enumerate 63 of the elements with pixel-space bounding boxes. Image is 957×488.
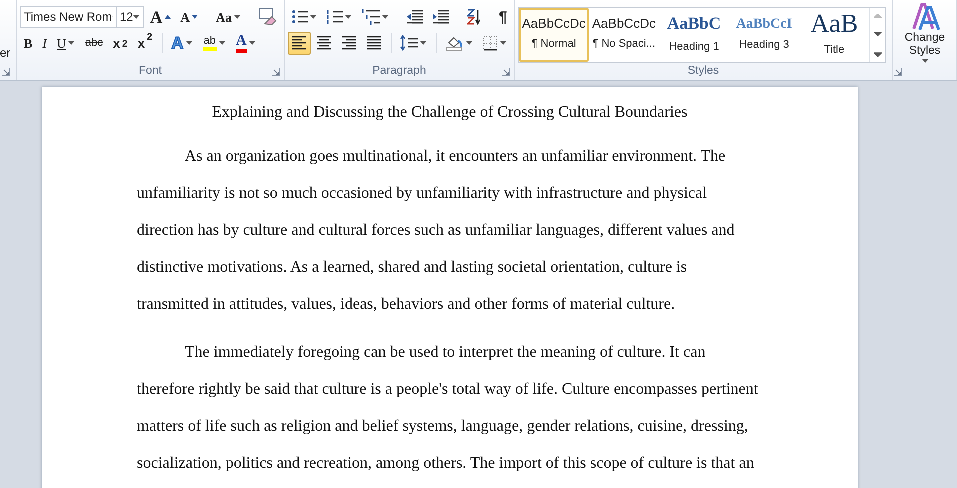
stacked-letters-icon: [910, 3, 940, 31]
caret-icon: [466, 41, 473, 45]
paragraph: As an organization goes multinational, it encounters an unfamiliar environment. The unfamiliarity is not so much occasioned by unfamiliarity with infrastructure and physical direction has by culture and cultural forces such as unfamiliar languages, different values and distinctive motivations. As a learned, shared and lasting societal orientation, culture is transmitted in attitudes, values, ideas, behaviors and other forms of material culture.: [137, 147, 736, 315]
caret-icon: [382, 15, 389, 19]
caret-icon: [922, 59, 928, 63]
show-formatting-marks-button[interactable]: ¶: [495, 6, 512, 28]
paint-bucket-icon: [446, 35, 464, 51]
underline-button[interactable]: U: [53, 32, 80, 54]
sort-icon: [467, 9, 481, 25]
scroll-down-icon[interactable]: [874, 32, 882, 38]
group-label: Paragraph: [372, 64, 428, 79]
style-item[interactable]: AaBbCcDc ¶ No Spaci...: [589, 8, 660, 62]
grow-font-button[interactable]: A: [146, 6, 175, 28]
more-styles-icon[interactable]: [874, 50, 882, 56]
caret-icon: [234, 15, 241, 19]
bold-button[interactable]: B: [20, 32, 37, 54]
decrease-indent-icon: [407, 10, 423, 24]
borders-icon: [482, 36, 498, 50]
shrink-font-button[interactable]: A: [176, 6, 202, 28]
change-case-button[interactable]: Aa: [212, 6, 245, 28]
font-size-field[interactable]: 12: [116, 6, 144, 28]
highlight-button[interactable]: ab: [198, 32, 230, 54]
increase-indent-icon: [433, 10, 449, 24]
align-left-icon: [292, 35, 306, 51]
caret-icon: [248, 41, 256, 45]
paragraph: The immediately foregoing can be used to interpret the meaning of culture. It can therefore rightly be said that culture is a people's total way of life. Culture encompasses pertinent matters of life such as religion and belief systems, language, gender relations, cuisine, dressing, socialization, politics and recreation, among others. The import of this scope of culture is that an: [137, 343, 760, 474]
dialog-launcher-icon[interactable]: [502, 68, 510, 76]
eraser-icon: [258, 8, 277, 26]
group-label: Font: [138, 64, 163, 79]
strikethrough-button[interactable]: abc: [81, 32, 108, 54]
line-spacing-icon: [400, 35, 418, 51]
dialog-launcher-icon[interactable]: [272, 68, 280, 76]
style-item[interactable]: AaBbCcI Heading 3: [729, 8, 800, 62]
caret-icon: [345, 15, 352, 19]
numbered-list-icon: [327, 10, 343, 24]
group-label-fragment: er: [0, 46, 11, 60]
multilevel-list-icon: [362, 9, 380, 25]
align-left-button[interactable]: [288, 32, 311, 54]
style-item[interactable]: AaB Title: [799, 8, 870, 62]
caret-icon: [310, 15, 317, 19]
up-arrow-icon: [164, 15, 171, 19]
superscript-button[interactable]: x$^{2}$: [134, 32, 156, 54]
style-item[interactable]: AaBbC Heading 1: [659, 8, 730, 62]
font-color-button[interactable]: A: [232, 32, 260, 54]
align-right-icon: [342, 35, 356, 51]
bulleted-list-icon: [292, 10, 308, 24]
change-styles-button[interactable]: Change Styles: [895, 2, 955, 66]
down-arrow-icon: [192, 15, 198, 19]
style-item[interactable]: AaBbCcDc ¶ Normal: [519, 8, 590, 62]
font-name-field[interactable]: Times New Rom: [20, 6, 117, 28]
align-justify-icon: [367, 35, 382, 51]
dialog-launcher-icon[interactable]: [2, 68, 10, 76]
caret-icon: [500, 41, 507, 45]
caret-icon: [420, 41, 428, 45]
dialog-launcher-icon[interactable]: [894, 68, 902, 76]
caret-icon: [219, 41, 226, 45]
group-label: Styles: [686, 64, 720, 79]
caret-icon: [186, 41, 193, 45]
caret-icon: [68, 41, 76, 45]
caret-icon: [133, 15, 140, 19]
align-center-icon: [317, 35, 332, 51]
document-title: Explaining and Discussing the Challenge of Crossing Cultural Boundaries: [211, 103, 689, 123]
italic-button[interactable]: I: [38, 32, 52, 54]
